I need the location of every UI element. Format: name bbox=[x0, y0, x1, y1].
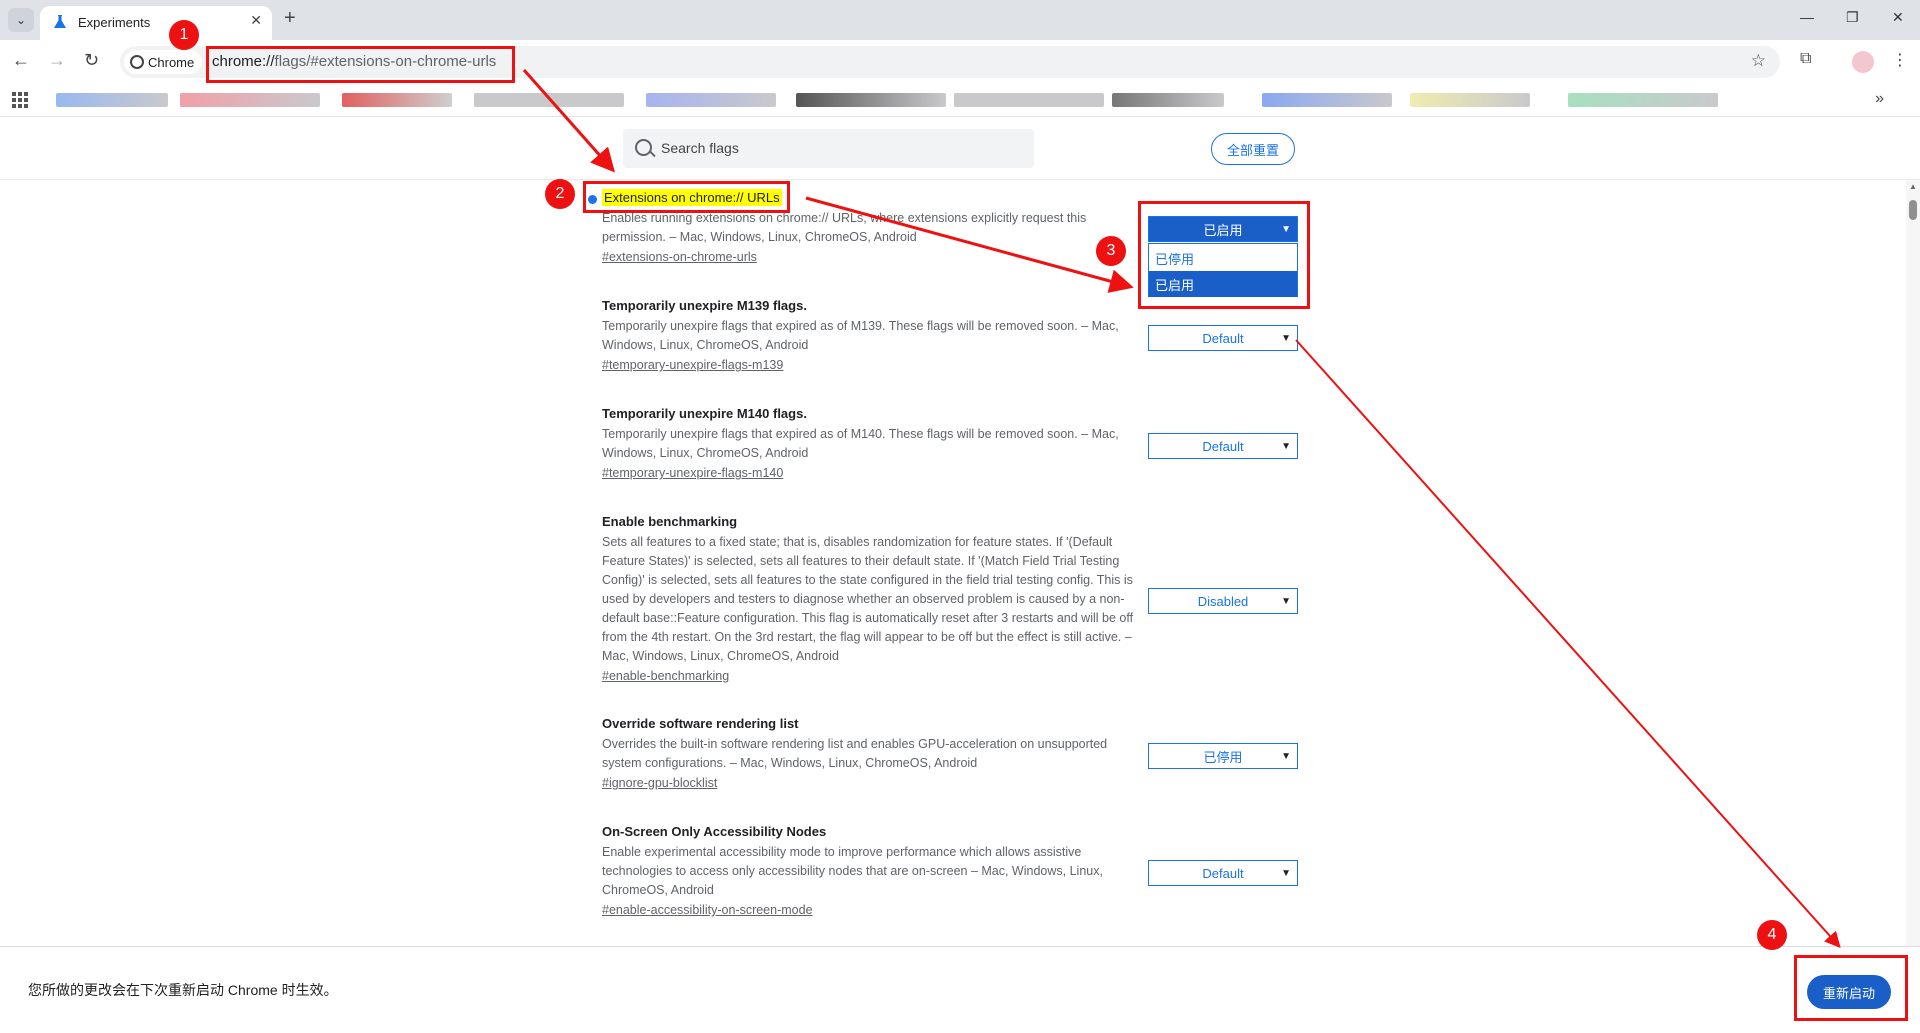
arrow-2-to-3 bbox=[805, 196, 1134, 293]
arrow-3-to-4 bbox=[1295, 339, 1841, 948]
annotation-arrows bbox=[522, 69, 1841, 948]
arrow-1-to-2 bbox=[522, 69, 615, 173]
